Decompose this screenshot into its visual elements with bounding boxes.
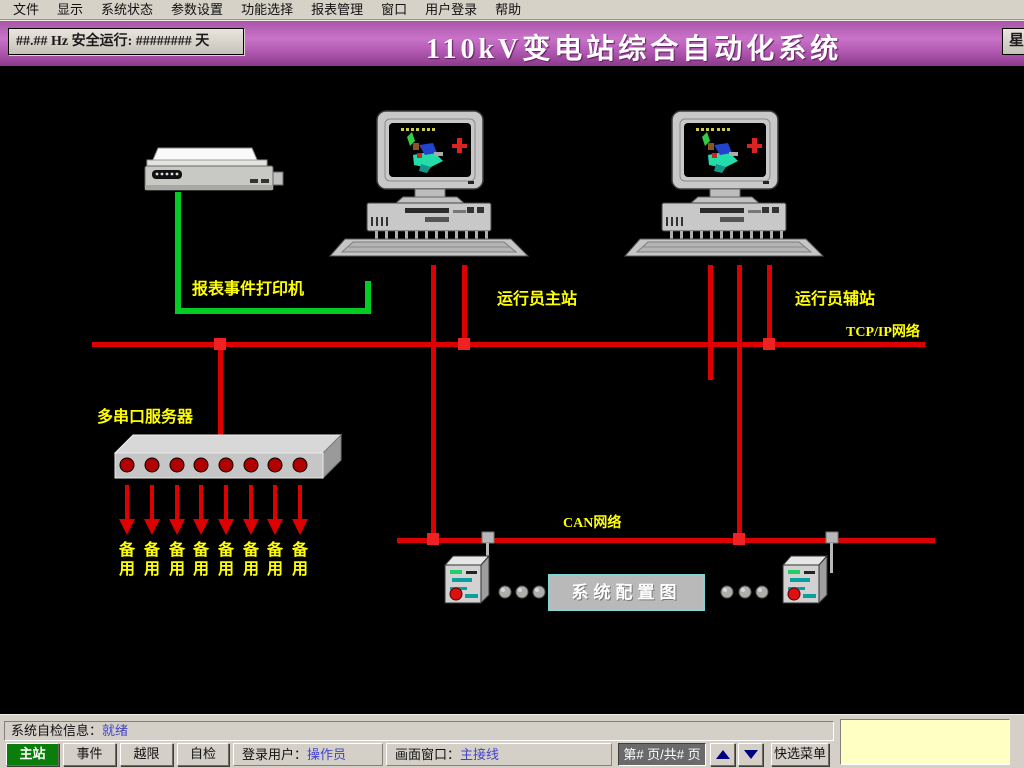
status-bar: 系统自检信息：就绪 主站 事件 越限 自检 登录用户：操作员 画面窗口：主接线 … [0, 714, 1024, 768]
login-user-value: 操作员 [307, 747, 346, 762]
screen-window-label: 画面窗口： [395, 747, 460, 762]
selfcheck-value: 就绪 [102, 723, 128, 738]
serial-server-image [115, 435, 341, 478]
diagram-graphics [0, 66, 1024, 714]
selfcheck-message: 系统自检信息：就绪 [4, 721, 834, 741]
tab-limit-violation[interactable]: 越限 [120, 743, 173, 766]
can-network-label: CAN网络 [563, 512, 621, 532]
printer-label: 报表事件打印机 [192, 275, 304, 299]
menu-item-report-management[interactable]: 报表管理 [302, 0, 372, 19]
tcpip-network-label: TCP/IP网络 [846, 321, 920, 341]
spare-port-label: 备用 [192, 541, 210, 579]
menu-bar: 文件 显示 系统状态 参数设置 功能选择 报表管理 窗口 用户登录 帮助 [0, 0, 1024, 20]
system-config-button[interactable]: 系统配置图 [548, 574, 705, 611]
menu-item-parameter-settings[interactable]: 参数设置 [162, 0, 232, 19]
spare-port-label: 备用 [143, 541, 161, 579]
login-user-label: 登录用户： [242, 747, 307, 762]
week-display: 星期 [1002, 28, 1024, 55]
operator-aux-workstation-image [625, 111, 823, 256]
spare-port-label: 备用 [168, 541, 186, 579]
menu-item-help[interactable]: 帮助 [486, 0, 530, 19]
operator-main-workstation-image [330, 111, 528, 256]
page-up-icon [716, 750, 730, 759]
screen-window-value: 主接线 [460, 747, 499, 762]
rtu-device-right-image [783, 556, 827, 603]
page-indicator: 第# 页/共# 页 [618, 743, 706, 766]
spare-port-label: 备用 [291, 541, 309, 579]
serial-server-label: 多串口服务器 [97, 403, 193, 427]
spare-port-label: 备用 [118, 541, 136, 579]
page-down-button[interactable] [738, 743, 763, 766]
frequency-runtime-display: ##.## Hz 安全运行: ######## 天 [8, 28, 244, 55]
scada-application-window: 文件 显示 系统状态 参数设置 功能选择 报表管理 窗口 用户登录 帮助 ##.… [0, 0, 1024, 768]
quick-menu-button[interactable]: 快选菜单 [771, 743, 829, 766]
operator-aux-label: 运行员辅站 [795, 285, 875, 309]
selfcheck-label: 系统自检信息： [11, 723, 102, 738]
title-bar: ##.## Hz 安全运行: ######## 天 110kV变电站综合自动化系… [0, 20, 1024, 66]
menu-item-user-login[interactable]: 用户登录 [416, 0, 486, 19]
menu-item-window[interactable]: 窗口 [372, 0, 416, 19]
system-configuration-diagram: 报表事件打印机 运行员主站 运行员辅站 TCP/IP网络 多串口服务器 CAN网… [0, 66, 1024, 714]
page-down-icon [744, 750, 758, 759]
clock-panel [840, 719, 1010, 765]
spare-port-arrows [119, 485, 308, 535]
login-user-panel: 登录用户：操作员 [233, 743, 383, 766]
page-title: 110kV变电站综合自动化系统 [426, 27, 842, 67]
menu-item-file[interactable]: 文件 [4, 0, 48, 19]
spare-port-label: 备用 [266, 541, 284, 579]
report-printer-image [145, 148, 283, 190]
spare-port-label: 备用 [242, 541, 260, 579]
screen-window-panel: 画面窗口：主接线 [386, 743, 612, 766]
tab-events[interactable]: 事件 [63, 743, 116, 766]
tab-main-station[interactable]: 主站 [6, 743, 59, 766]
operator-main-label: 运行员主站 [497, 285, 577, 309]
menu-item-system-status[interactable]: 系统状态 [92, 0, 162, 19]
spare-port-label: 备用 [217, 541, 235, 579]
page-up-button[interactable] [710, 743, 735, 766]
rtu-device-left-image [445, 556, 489, 603]
menu-item-function-select[interactable]: 功能选择 [232, 0, 302, 19]
menu-item-display[interactable]: 显示 [48, 0, 92, 19]
tab-selfcheck[interactable]: 自检 [177, 743, 229, 766]
